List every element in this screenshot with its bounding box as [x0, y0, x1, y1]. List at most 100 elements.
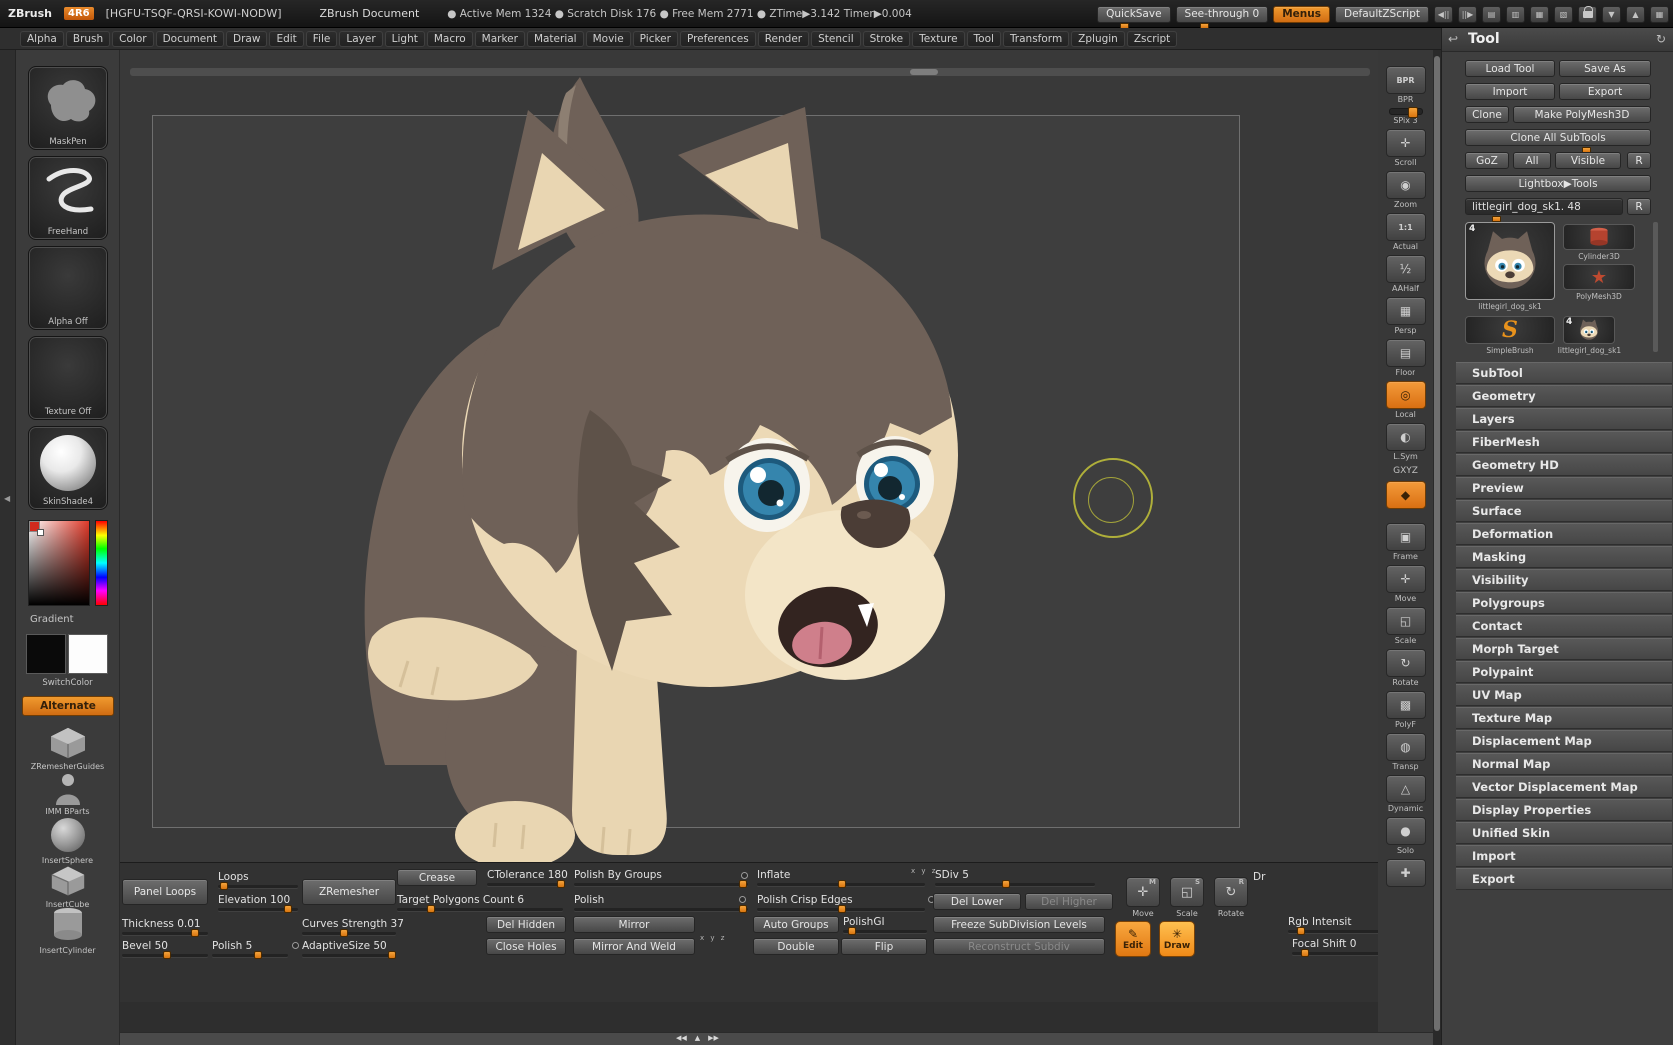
shelf-button[interactable]: SPix 3 [1384, 108, 1428, 125]
menu-item[interactable]: Transform [1003, 31, 1069, 47]
sculpt-canvas[interactable] [120, 50, 1378, 862]
color-picker[interactable] [28, 516, 108, 610]
panel-refresh-icon[interactable]: ↻ [1656, 32, 1666, 46]
focal-shift-slider[interactable]: Focal Shift 0 [1292, 938, 1378, 955]
panel-back-icon[interactable]: ↩ [1448, 32, 1458, 46]
minimize-icon[interactable]: ▼ [1602, 6, 1621, 23]
adaptivesize-slider[interactable]: AdaptiveSize 50 [302, 940, 396, 957]
shelf-button[interactable]: ◉ Zoom [1384, 171, 1428, 209]
make-polymesh3d-button[interactable]: Make PolyMesh3D [1513, 106, 1651, 123]
zremesherguides-icon[interactable] [16, 726, 120, 760]
tool-section-row[interactable]: Polypaint [1456, 661, 1672, 683]
tool-section-row[interactable]: Displacement Map [1456, 730, 1672, 752]
menu-item[interactable]: Brush [66, 31, 110, 47]
active-tool-thumbnail[interactable] [1465, 222, 1555, 300]
slider-handle[interactable] [254, 951, 262, 959]
hue-strip[interactable] [95, 520, 108, 606]
scroll-left-icon[interactable]: ◀◀ [676, 1034, 687, 1042]
seethrough-slider[interactable]: See-through 0 [1176, 6, 1269, 23]
menu-item[interactable]: Zplugin [1071, 31, 1125, 47]
material-thumbnail[interactable]: SkinShade4 [28, 426, 108, 510]
scale-tool-icon[interactable]: ◱ S [1170, 877, 1204, 907]
shelf-button[interactable]: ▣ Frame [1384, 523, 1428, 561]
panel-v-scrollbar[interactable] [1433, 50, 1441, 1045]
polishgi-slider[interactable]: PolishGI [843, 916, 927, 933]
lightbox-tools-button[interactable]: Lightbox▶Tools [1465, 175, 1651, 192]
lock-icon[interactable] [1578, 6, 1597, 23]
export-button[interactable]: Export [1559, 83, 1651, 100]
polish-mode-dot[interactable] [292, 942, 299, 949]
slider-handle[interactable] [1002, 880, 1010, 888]
simplebrush-thumbnail[interactable]: S [1465, 316, 1555, 344]
doc-icon-3[interactable]: ▦ [1530, 6, 1549, 23]
inflate-slider[interactable]: Inflate [757, 869, 925, 886]
menus-button[interactable]: Menus [1273, 6, 1330, 23]
polymesh3d-thumbnail[interactable]: ★ [1563, 264, 1635, 290]
tool-section-row[interactable]: FiberMesh [1456, 431, 1672, 453]
insertcube-icon[interactable] [16, 864, 120, 898]
tool-section-row[interactable]: Layers [1456, 408, 1672, 430]
shelf-button[interactable]: ✛ Move [1384, 565, 1428, 603]
menu-item[interactable]: Tool [967, 31, 1001, 47]
menu-item[interactable]: Color [112, 31, 153, 47]
tool-section-row[interactable]: SubTool [1456, 362, 1672, 384]
shelf-button[interactable]: ◍ Transp [1384, 733, 1428, 771]
doc-icon-2[interactable]: ▥ [1506, 6, 1525, 23]
tool-section-row[interactable]: Import [1456, 845, 1672, 867]
shelf-button[interactable]: ½ AAHalf [1384, 255, 1428, 293]
target-polygons-slider[interactable]: Target Polygons Count 6 [397, 894, 563, 911]
close-holes-button[interactable]: Close Holes [486, 938, 566, 955]
polish-surface-slider[interactable]: Polish [574, 894, 748, 911]
tool-section-row[interactable]: UV Map [1456, 684, 1672, 706]
reconstruct-subdiv-button[interactable]: Reconstruct Subdiv [933, 938, 1105, 955]
tool-section-row[interactable]: Visibility [1456, 569, 1672, 591]
polish-crisp-edges-slider[interactable]: Polish Crisp Edges [757, 894, 925, 911]
import-button[interactable]: Import [1465, 83, 1555, 100]
tool-section-row[interactable]: Polygroups [1456, 592, 1672, 614]
slider-handle[interactable] [388, 951, 396, 959]
slider-handle[interactable] [163, 951, 171, 959]
stroke-thumbnail[interactable]: FreeHand [28, 156, 108, 240]
quicksave-button[interactable]: QuickSave [1097, 6, 1170, 23]
tool-section-row[interactable]: Masking [1456, 546, 1672, 568]
menu-item[interactable]: Light [385, 31, 425, 47]
tray-collapse-icon[interactable]: ◀ [4, 494, 10, 503]
menu-item[interactable]: Picker [633, 31, 678, 47]
tool-section-row[interactable]: Geometry HD [1456, 454, 1672, 476]
tool-section-row[interactable]: Normal Map [1456, 753, 1672, 775]
switchcolor-label[interactable]: SwitchColor [16, 678, 119, 688]
panel-v-scrollbar-handle[interactable] [1434, 56, 1440, 1031]
scroll-right-icon[interactable]: ▶▶ [708, 1034, 719, 1042]
shelf-button[interactable]: ▦ Persp [1384, 297, 1428, 335]
menu-item[interactable]: Document [156, 31, 224, 47]
slider-handle[interactable] [838, 880, 846, 888]
brush-thumbnail[interactable]: MaskPen [28, 66, 108, 150]
zremesher-button[interactable]: ZRemesher [302, 879, 396, 905]
curves-strength-slider[interactable]: Curves Strength 37 [302, 918, 396, 935]
active-tool-name[interactable]: littlegirl_dog_sk1. 48 [1465, 198, 1623, 215]
cylinder3d-thumbnail[interactable] [1563, 224, 1635, 250]
main-color-swatch[interactable] [26, 634, 66, 674]
sdiv-axis-toggles[interactable]: x y z [911, 867, 937, 875]
tool-section-row[interactable]: Contact [1456, 615, 1672, 637]
goz-button[interactable]: GoZ [1465, 152, 1509, 169]
shelf-button[interactable]: GXYZ [1384, 465, 1428, 477]
texture-thumbnail[interactable]: Texture Off [28, 336, 108, 420]
tool-section-row[interactable]: Unified Skin [1456, 822, 1672, 844]
shelf-button[interactable]: △ Dynamic [1384, 775, 1428, 813]
goz-r-button[interactable]: R [1627, 152, 1651, 169]
maximize-icon[interactable]: ▲ [1626, 6, 1645, 23]
tray-left-icon[interactable]: ◀|| [1434, 6, 1453, 23]
menu-item[interactable]: Zscript [1127, 31, 1177, 47]
menu-item[interactable]: Layer [339, 31, 382, 47]
clone-button[interactable]: Clone [1465, 106, 1509, 123]
freeze-subdivision-button[interactable]: Freeze SubDivision Levels [933, 916, 1105, 933]
tool-r-button[interactable]: R [1627, 198, 1651, 215]
menu-item[interactable]: Alpha [20, 31, 64, 47]
alternate-button[interactable]: Alternate [22, 696, 114, 716]
model-puppy[interactable] [280, 55, 1040, 862]
menu-item[interactable]: File [306, 31, 338, 47]
thickness-slider[interactable]: Thickness 0.01 [122, 918, 208, 935]
menu-item[interactable]: Texture [912, 31, 964, 47]
inflate-mode-dot[interactable] [741, 872, 748, 879]
